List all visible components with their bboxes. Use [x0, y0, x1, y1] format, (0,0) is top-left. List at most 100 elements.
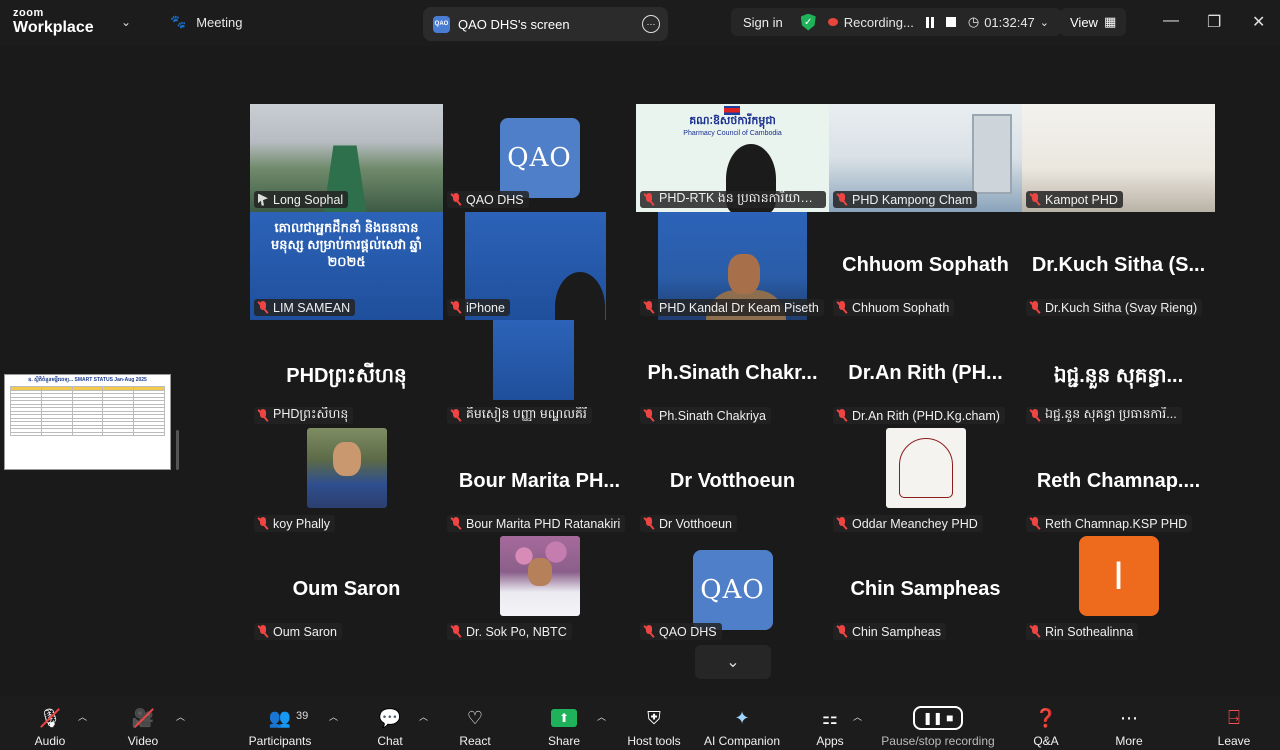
sparkle-icon: ✦ [734, 707, 750, 728]
shared-slide-thumbnail[interactable]: ឧ. ស្ថិតិចំនួនមន្ទីរពេទ្យ... SMART STATU… [4, 374, 171, 470]
participant-name-label: PHD Kandal Dr Keam Piseth [640, 299, 824, 316]
participant-display-name: Oum Saron [292, 578, 401, 600]
participant-name: ឯជ្ជ.នួន សុគន្ធា ប្រធានការិ... [1045, 407, 1177, 421]
question-icon: ❓ [1034, 707, 1058, 728]
restore-icon[interactable]: ❐ [1207, 12, 1221, 32]
timer-value: 01:32:47 [984, 14, 1035, 30]
microphone-muted-icon [837, 409, 847, 422]
qa-button[interactable]: ❓ Q&A [1030, 696, 1062, 750]
participant-tile[interactable]: Chhuom Sophath Chhuom Sophath [829, 212, 1022, 320]
close-icon[interactable]: ✕ [1252, 12, 1265, 32]
share-button[interactable]: ⬆ Share [544, 696, 584, 750]
video-off-icon: 🎥 [132, 706, 154, 730]
resize-handle[interactable] [176, 430, 179, 470]
view-button[interactable]: View ▦ [1060, 8, 1127, 36]
pause-stop-recording-button[interactable]: ❚❚ ■ Pause/stop recording [875, 696, 1001, 750]
participant-name-label: Dr. Sok Po, NBTC [447, 623, 572, 640]
meeting-label: Meeting [196, 14, 243, 30]
participant-tile[interactable]: Oddar Meanchey PHD [829, 428, 1022, 536]
participant-display-name: ឯជ្ជ.នួន សុគន្ធា... [1053, 365, 1184, 387]
apps-options-caret-icon[interactable]: ︿ [853, 710, 862, 723]
participant-tile[interactable]: QAO QAO DHS [636, 536, 829, 644]
participants-options-caret-icon[interactable]: ︿ [329, 710, 338, 723]
microphone-muted-icon [644, 409, 654, 422]
video-options-caret-icon[interactable]: ︿ [176, 710, 185, 723]
participant-tile[interactable]: Dr.Kuch Sitha (S... Dr.Kuch Sitha (Svay R… [1022, 212, 1215, 320]
participant-tile[interactable]: koy Phally [250, 428, 443, 536]
audio-options-caret-icon[interactable]: ︿ [78, 710, 87, 723]
participant-tile[interactable]: Kampot PHD [1022, 104, 1215, 212]
microphone-muted-icon [1030, 301, 1040, 314]
participant-tile[interactable]: គោលជាអ្នកដឹកនាំ និងធនធានមនុស្ស សម្រាប់កា… [250, 212, 443, 320]
participant-tile[interactable]: Long Sophal [250, 104, 443, 212]
microphone-muted-icon [451, 517, 461, 530]
participant-name-label: Chhuom Sophath [833, 299, 955, 316]
meeting-timer[interactable]: ◷ 01:32:47 ⌄ [968, 14, 1049, 30]
more-dots-icon: ⋯ [1120, 707, 1138, 728]
cloud-record-icon [827, 18, 838, 26]
participant-name-label: ឯជ្ជ.នួន សុគន្ធា ប្រធានការិ... [1026, 407, 1182, 424]
participant-name: Kampot PHD [1045, 192, 1118, 207]
pause-stop-recording-label: Pause/stop recording [881, 734, 995, 748]
participant-name: LIM SAMEAN [273, 300, 351, 315]
shield-check-icon[interactable]: ✓ [800, 13, 816, 31]
participant-name-label: គីមសៀន បញ្ញា មណ្ឌលគិរី [447, 407, 592, 424]
participant-tile[interactable]: Dr Votthoeun Dr Votthoeun [636, 428, 829, 536]
microphone-muted-icon [644, 517, 654, 530]
more-options-icon[interactable]: ··· [642, 15, 660, 33]
ai-companion-button[interactable]: ✦ AI Companion [700, 696, 784, 750]
react-button[interactable]: ♡ React [455, 696, 495, 750]
participant-name: Long Sophal [273, 192, 344, 207]
participant-tile[interactable]: PHDព្រះសីហនុ PHDព្រះសីហនុ [250, 320, 443, 428]
participant-name: Dr. Sok Po, NBTC [466, 624, 567, 639]
participant-name: Chin Sampheas [852, 624, 941, 639]
participant-name-label: Chin Sampheas [833, 623, 946, 640]
next-page-chevron-icon[interactable]: ⌄ [695, 645, 771, 679]
microphone-muted-icon [1030, 193, 1040, 206]
participant-tile[interactable]: I Rin Sothealinna [1022, 536, 1215, 644]
chat-options-caret-icon[interactable]: ︿ [419, 710, 428, 723]
sign-in-link[interactable]: Sign in [743, 15, 783, 30]
participant-tile[interactable]: Dr. Sok Po, NBTC [443, 536, 636, 644]
share-options-caret-icon[interactable]: ︿ [597, 710, 606, 723]
video-button[interactable]: 🎥 Video [120, 696, 166, 750]
participant-name-label: Rin Sothealinna [1026, 623, 1139, 640]
microphone-muted-icon [837, 517, 847, 530]
participant-tile[interactable]: Chin Sampheas Chin Sampheas [829, 536, 1022, 644]
grid-view-icon: ▦ [1103, 14, 1117, 29]
participant-name: QAO DHS [659, 624, 717, 639]
participant-name: koy Phally [273, 516, 330, 531]
participant-tile[interactable]: PHD Kampong Cham [829, 104, 1022, 212]
participant-tile[interactable]: Bour Marita PH... Bour Marita PHD Ratanak… [443, 428, 636, 536]
participant-tile[interactable]: QAO QAO DHS [443, 104, 636, 212]
meeting-button[interactable]: 🐾 Meeting [170, 14, 242, 30]
participant-tile[interactable]: Reth Chamnap.... Reth Chamnap.KSP PHD [1022, 428, 1215, 536]
participant-name: PHDព្រះសីហនុ [273, 407, 349, 421]
participants-button[interactable]: 👥 Participants [245, 696, 315, 750]
recording-status[interactable]: Recording... [827, 15, 914, 30]
stop-recording-icon[interactable] [945, 17, 956, 27]
ai-companion-label: AI Companion [703, 734, 781, 748]
host-tools-button[interactable]: ⛨ Host tools [622, 696, 686, 750]
participant-tile[interactable]: iPhone [443, 212, 636, 320]
participant-tile[interactable]: Ph.Sinath Chakr... Ph.Sinath Chakriya [636, 320, 829, 428]
participant-tile[interactable]: Oum Saron Oum Saron [250, 536, 443, 644]
audio-button[interactable]: 🎙 Audio [28, 696, 72, 750]
chevron-down-icon[interactable]: ⌄ [121, 15, 131, 29]
apps-button[interactable]: ⚏ Apps [810, 696, 850, 750]
apps-label: Apps [816, 734, 844, 748]
participant-tile[interactable]: Dr.An Rith (PH... Dr.An Rith (PHD.Kg.cham… [829, 320, 1022, 428]
participant-tile[interactable]: ឯជ្ជ.នួន សុគន្ធា... ឯជ្ជ.នួន សុគន្ធា ប្រធ… [1022, 320, 1215, 428]
microphone-muted-icon [1030, 625, 1040, 638]
zoom-logo[interactable]: zoom Workplace [13, 8, 94, 36]
participant-tile[interactable]: PHD Kandal Dr Keam Piseth [636, 212, 829, 320]
participant-tile[interactable]: គណៈឱសថការីកម្ពុជា Pharmacy Council of Cam… [636, 104, 829, 212]
title-bar: zoom Workplace ⌄ 🐾 Meeting QAO QAO DHS's… [0, 0, 1280, 46]
share-screen-tab[interactable]: QAO QAO DHS's screen ··· [423, 7, 668, 41]
more-button[interactable]: ⋯ More [1110, 696, 1148, 750]
minimize-icon[interactable]: — [1163, 12, 1179, 30]
chat-button[interactable]: 💬 Chat [370, 696, 410, 750]
pause-recording-icon[interactable] [925, 16, 934, 28]
participant-tile[interactable]: គីមសៀន បញ្ញា មណ្ឌលគិរី [443, 320, 636, 428]
leave-button[interactable]: ⍈ Leave [1215, 696, 1253, 750]
